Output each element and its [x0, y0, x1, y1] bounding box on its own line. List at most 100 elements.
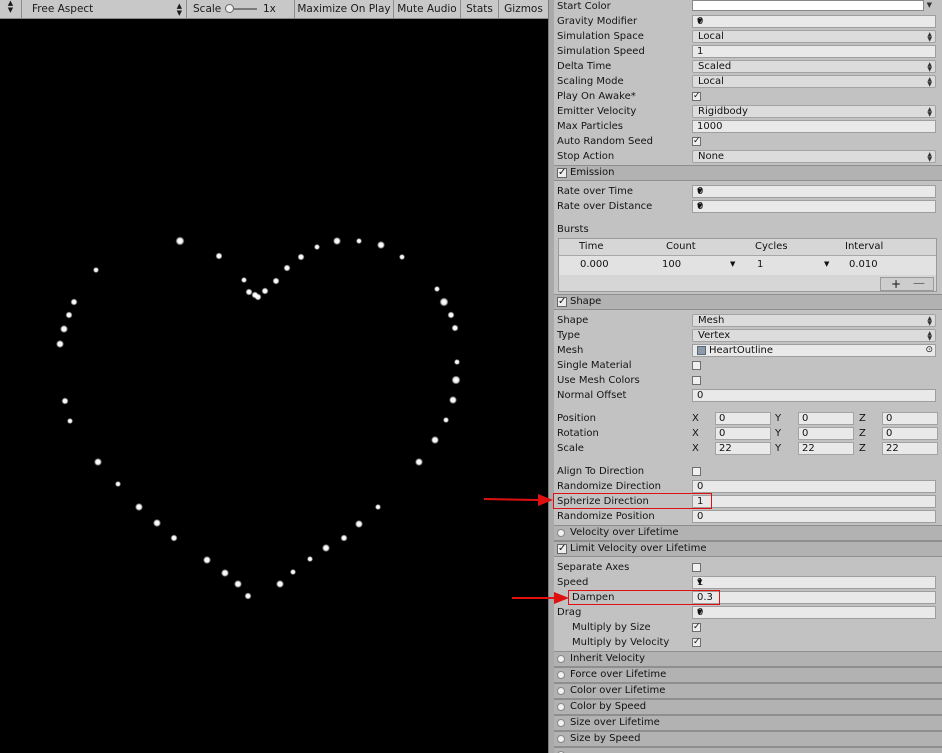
emission-enabled-checkbox[interactable]: ✓ — [557, 168, 567, 178]
spherize-direction-field[interactable]: 1 — [692, 495, 936, 508]
scale-slider-thumb[interactable] — [225, 4, 234, 13]
dropdown-arrow-icon[interactable]: ▼ — [730, 258, 735, 271]
start-color-swatch[interactable] — [692, 0, 924, 11]
limit-velocity-title: Limit Velocity over Lifetime — [570, 543, 707, 554]
dropdown-arrow-icon[interactable]: ▼ — [697, 577, 932, 588]
particle-dot — [454, 359, 460, 365]
mesh-object-field[interactable]: HeartOutline ⊙ — [692, 344, 936, 357]
position-row: Position X 0 Y 0 Z 0 — [554, 411, 942, 426]
mute-audio-button[interactable]: Mute Audio — [394, 0, 461, 18]
drag-field[interactable]: 0 ▼ — [692, 606, 936, 619]
bursts-column-time: Time — [579, 241, 604, 252]
scale-z-field[interactable]: 22 — [882, 442, 938, 455]
module-title: Size by Speed — [570, 733, 641, 744]
rate-over-distance-field[interactable]: 0 ▼ — [692, 200, 936, 213]
particle-dot — [56, 340, 64, 348]
display-selector[interactable]: ▲ ▼ — [0, 0, 22, 18]
velocity-over-lifetime-header[interactable]: Velocity over Lifetime — [554, 525, 942, 541]
delta-time-dropdown[interactable]: Scaled ▲ ▼ — [692, 60, 936, 73]
shape-title: Shape — [570, 296, 602, 307]
dropdown-arrow-icon[interactable]: ▼ — [697, 607, 932, 618]
single-material-checkbox[interactable] — [692, 361, 701, 370]
limit-velocity-module-header[interactable]: ✓ Limit Velocity over Lifetime — [554, 541, 942, 557]
module-color-over-lifetime[interactable]: Color over Lifetime — [554, 683, 942, 699]
module-force-over-lifetime[interactable]: Force over Lifetime — [554, 667, 942, 683]
aspect-dropdown[interactable]: Free Aspect ▲ ▼ — [26, 0, 187, 18]
dampen-field[interactable]: 0.3 — [692, 591, 936, 604]
multiply-by-velocity-checkbox[interactable]: ✓ — [692, 638, 701, 647]
normal-offset-field[interactable]: 0 — [692, 389, 936, 402]
module-disabled-icon[interactable] — [557, 529, 565, 537]
particle-dot — [399, 254, 405, 260]
emission-module-header[interactable]: ✓ Emission — [554, 165, 942, 181]
position-x-field[interactable]: 0 — [715, 412, 771, 425]
add-burst-button[interactable]: + — [891, 278, 901, 290]
position-z-field[interactable]: 0 — [882, 412, 938, 425]
shape-module-header[interactable]: ✓ Shape — [554, 294, 942, 310]
object-picker-icon[interactable]: ⊙ — [925, 345, 933, 356]
burst-time-value[interactable]: 0.000 — [580, 258, 609, 271]
maximize-on-play-button[interactable]: Maximize On Play — [295, 0, 394, 18]
play-on-awake-checkbox[interactable]: ✓ — [692, 92, 701, 101]
module-disabled-icon[interactable] — [557, 687, 565, 695]
randomize-direction-field[interactable]: 0 — [692, 480, 936, 493]
type-dropdown[interactable]: Vertex ▲ ▼ — [692, 329, 936, 342]
module-size-over-lifetime[interactable]: Size over Lifetime — [554, 715, 942, 731]
burst-interval-value[interactable]: 0.010 — [849, 258, 878, 271]
remove-burst-button[interactable]: — — [913, 277, 925, 289]
shape-dropdown[interactable]: Mesh ▲ ▼ — [692, 314, 936, 327]
scale-y-field[interactable]: 22 — [798, 442, 854, 455]
limit-velocity-enabled-checkbox[interactable]: ✓ — [557, 544, 567, 554]
particle-dot — [203, 556, 211, 564]
randomize-position-field[interactable]: 0 — [692, 510, 936, 523]
shape-enabled-checkbox[interactable]: ✓ — [557, 297, 567, 307]
particle-dot — [272, 277, 280, 285]
rotation-y-field[interactable]: 0 — [798, 427, 854, 440]
separate-axes-checkbox[interactable] — [692, 563, 701, 572]
use-mesh-colors-checkbox[interactable] — [692, 376, 701, 385]
align-to-direction-checkbox[interactable] — [692, 467, 701, 476]
start-color-menu[interactable]: ▼ — [925, 0, 936, 13]
burst-count-value[interactable]: 100 — [662, 258, 681, 271]
scaling-mode-row: Scaling Mode Local ▲ ▼ — [554, 74, 942, 89]
module-color-by-speed[interactable]: Color by Speed — [554, 699, 942, 715]
module-size-by-speed[interactable]: Size by Speed — [554, 731, 942, 747]
rate-over-time-field[interactable]: 0 ▼ — [692, 185, 936, 198]
module-next-partial[interactable] — [554, 747, 942, 753]
module-disabled-icon[interactable] — [557, 719, 565, 727]
burst-cycles-value[interactable]: 1 — [757, 258, 763, 271]
scale-control[interactable]: Scale 1x — [187, 0, 295, 18]
game-viewport[interactable] — [0, 19, 548, 753]
scale-x-field[interactable]: 22 — [715, 442, 771, 455]
module-inherit-velocity[interactable]: Inherit Velocity — [554, 651, 942, 667]
multiply-by-size-checkbox[interactable]: ✓ — [692, 623, 701, 632]
simulation-speed-field[interactable]: 1 — [692, 45, 936, 58]
dropdown-arrow-icon[interactable]: ▼ — [697, 186, 932, 197]
rotation-x-field[interactable]: 0 — [715, 427, 771, 440]
dampen-highlight-box — [568, 590, 720, 605]
dropdown-arrow-icon[interactable]: ▼ — [697, 16, 932, 27]
speed-field[interactable]: 1 ▼ — [692, 576, 936, 589]
mesh-value: HeartOutline — [709, 345, 774, 356]
emission-title: Emission — [570, 167, 615, 178]
dropdown-arrow-icon[interactable]: ▼ — [824, 258, 829, 271]
simulation-space-dropdown[interactable]: Local ▲ ▼ — [692, 30, 936, 43]
gizmos-button[interactable]: Gizmos — [499, 0, 548, 18]
gravity-modifier-field[interactable]: 0 ▼ — [692, 15, 936, 28]
stop-action-dropdown[interactable]: None ▲ ▼ — [692, 150, 936, 163]
particle-dot — [377, 241, 385, 249]
table-row[interactable]: 0.000 100 ▼ 1 ▼ 0.010 — [559, 256, 936, 275]
auto-random-seed-checkbox[interactable]: ✓ — [692, 137, 701, 146]
module-disabled-icon[interactable] — [557, 671, 565, 679]
scaling-mode-dropdown[interactable]: Local ▲ ▼ — [692, 75, 936, 88]
module-disabled-icon[interactable] — [557, 655, 565, 663]
rotation-z-field[interactable]: 0 — [882, 427, 938, 440]
simulation-speed-row: Simulation Speed 1 — [554, 44, 942, 59]
module-disabled-icon[interactable] — [557, 735, 565, 743]
emitter-velocity-dropdown[interactable]: Rigidbody ▲ ▼ — [692, 105, 936, 118]
stats-button[interactable]: Stats — [461, 0, 499, 18]
module-disabled-icon[interactable] — [557, 703, 565, 711]
max-particles-field[interactable]: 1000 — [692, 120, 936, 133]
dropdown-arrow-icon[interactable]: ▼ — [697, 201, 932, 212]
position-y-field[interactable]: 0 — [798, 412, 854, 425]
